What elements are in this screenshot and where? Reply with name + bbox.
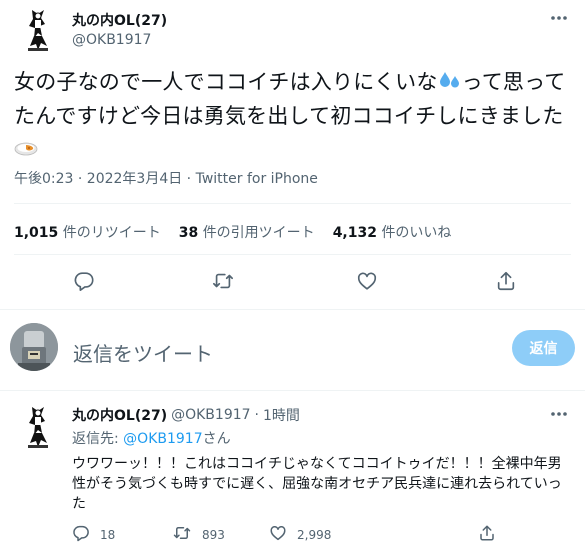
display-name[interactable]: 丸の内OL(27) bbox=[72, 10, 167, 30]
avatar[interactable] bbox=[10, 323, 58, 371]
likes-stat[interactable]: 4,132 件のいいね bbox=[333, 222, 452, 242]
quotes-count: 38 bbox=[178, 225, 199, 241]
user-handle[interactable]: @OKB1917 bbox=[72, 32, 151, 48]
reply-icon[interactable] bbox=[71, 268, 97, 294]
more-options-icon[interactable] bbox=[549, 406, 569, 422]
like-count: 2,998 bbox=[297, 527, 332, 542]
reply-icon[interactable] bbox=[72, 524, 90, 545]
tweet-stats: 1,015 件のリツイート 38 件の引用ツイート 4,132 件のいいね bbox=[14, 222, 451, 242]
reply-action[interactable]: 18 bbox=[72, 524, 115, 545]
retweets-label: 件のリツイート bbox=[62, 225, 161, 241]
reply-tweet-actions: 18 893 2,998 bbox=[72, 524, 572, 546]
divider bbox=[14, 254, 571, 255]
share-icon[interactable] bbox=[493, 268, 519, 294]
separator-dot: · bbox=[254, 407, 259, 423]
user-handle[interactable]: @OKB1917 bbox=[171, 407, 250, 423]
divider bbox=[0, 309, 585, 310]
likes-label: 件のいいね bbox=[381, 225, 452, 241]
reply-tweet[interactable]: 丸の内OL(27) @OKB1917 · 1時間 返信先: @OKB1917さん… bbox=[0, 400, 585, 551]
curry-rice-icon bbox=[14, 135, 38, 166]
like-icon[interactable] bbox=[354, 268, 380, 294]
retweet-icon[interactable] bbox=[172, 524, 192, 545]
tweet-meta: 午後0:23 · 2022年3月4日 · Twitter for iPhone bbox=[14, 168, 318, 188]
tweet-source[interactable]: Twitter for iPhone bbox=[196, 171, 318, 187]
like-action[interactable]: 2,998 bbox=[269, 524, 331, 545]
tweet-text: 女の子なので一人でココイチは入りにくいな って思ってたんですけど今日は勇気を出して… bbox=[14, 67, 574, 166]
share-icon[interactable] bbox=[478, 524, 496, 545]
retweets-count: 1,015 bbox=[14, 225, 59, 241]
more-options-icon[interactable] bbox=[549, 10, 569, 26]
share-action[interactable] bbox=[478, 524, 496, 545]
like-icon[interactable] bbox=[269, 524, 287, 545]
divider bbox=[0, 390, 585, 391]
tweet-header: 丸の内OL(27) @OKB1917 bbox=[14, 6, 571, 56]
tweet-text-part1: 女の子なので一人でココイチは入りにくいな bbox=[14, 70, 438, 94]
reply-composer: 返信をツイート 返信 bbox=[0, 315, 585, 387]
meta-separator: · bbox=[182, 171, 196, 187]
display-name[interactable]: 丸の内OL(27) bbox=[72, 405, 167, 425]
divider bbox=[14, 203, 571, 204]
quotes-label: 件の引用ツイート bbox=[202, 225, 315, 241]
tweet-actions bbox=[0, 268, 585, 296]
reply-header: 丸の内OL(27) @OKB1917 · 1時間 bbox=[72, 405, 300, 425]
reply-timestamp[interactable]: 1時間 bbox=[263, 405, 300, 425]
quotes-stat[interactable]: 38 件の引用ツイート bbox=[179, 222, 315, 242]
reply-input[interactable]: 返信をツイート bbox=[73, 338, 213, 367]
replying-suffix: さん bbox=[202, 431, 231, 447]
retweet-action[interactable]: 893 bbox=[172, 524, 225, 545]
retweet-icon[interactable] bbox=[210, 268, 236, 294]
sweat-droplets-icon bbox=[438, 70, 462, 101]
retweet-count: 893 bbox=[202, 527, 225, 542]
reply-button[interactable]: 返信 bbox=[512, 330, 575, 366]
replying-mention[interactable]: @OKB1917 bbox=[123, 431, 202, 447]
avatar[interactable] bbox=[14, 6, 62, 54]
replying-prefix: 返信先: bbox=[72, 431, 124, 447]
reply-count: 18 bbox=[100, 527, 116, 542]
tweet-timestamp[interactable]: 午後0:23 · 2022年3月4日 bbox=[14, 171, 182, 187]
reply-text: ウワワーッ！！！これはココイチじゃなくてココイトゥイだ！！！全裸中年男性がそう気… bbox=[72, 456, 562, 512]
replying-to: 返信先: @OKB1917さん bbox=[72, 428, 231, 448]
avatar[interactable] bbox=[14, 403, 62, 451]
likes-count: 4,132 bbox=[332, 225, 377, 241]
retweets-stat[interactable]: 1,015 件のリツイート bbox=[14, 222, 161, 242]
